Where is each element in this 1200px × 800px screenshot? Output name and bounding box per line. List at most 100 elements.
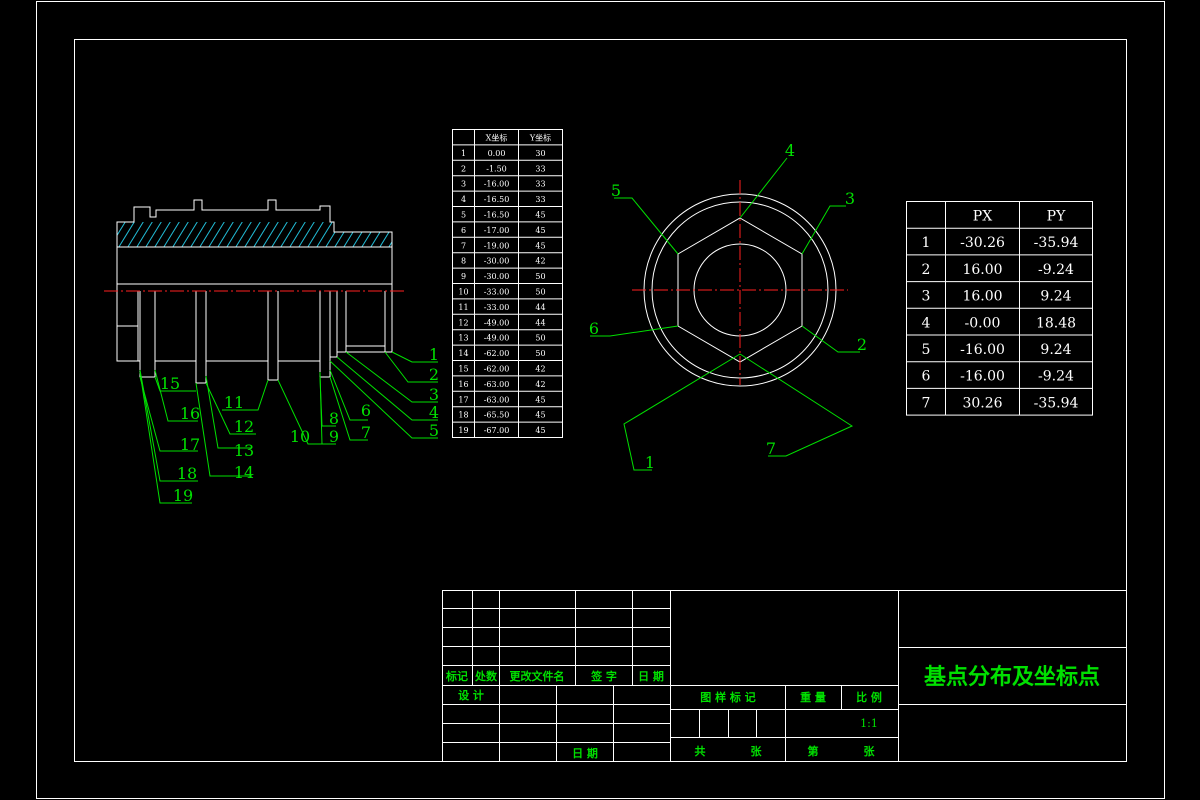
xy-row-y: 50 [535,288,545,297]
total-label: 共 [695,744,706,758]
hex-label-7: 7 [766,439,776,458]
px-row-index: 2 [922,262,931,278]
px-row-index: 5 [922,342,931,358]
xy-row-index: 12 [458,318,468,327]
px-row-index: 6 [922,369,931,385]
hex-label-5: 5 [611,181,621,200]
section-label-9: 9 [329,427,339,446]
xy-row-y: 50 [535,334,545,343]
xy-row-x: -62.00 [484,349,510,358]
part-top-profile [116,199,393,247]
date-label: 日 期 [572,746,598,760]
xy-row-x: -49.00 [484,334,510,343]
px-row-x: 16.00 [962,289,1002,305]
sheets-label-2: 张 [864,744,876,758]
header-date: 日 期 [638,669,664,683]
xy-row-x: -65.50 [484,411,510,420]
section-label-2: 2 [429,365,439,384]
xy-row-x: -63.00 [484,380,510,389]
xy-header-y: Y坐标 [529,133,551,143]
xy-row-y: 42 [535,365,545,374]
coordinate-table-pxpy: PX PY 1 -30.26 -35.94 2 16.00 -9.24 3 16.00 9.24 4 -… [906,201,1093,416]
xy-row-y: 33 [535,195,545,204]
xy-row-y: 33 [535,180,545,189]
xy-row-index: 19 [458,426,468,435]
xy-row-x: -17.00 [484,226,510,235]
xy-row-index: 13 [458,334,468,343]
section-label-18: 18 [177,464,197,483]
px-row-x: -0.00 [965,315,1001,331]
px-row-index: 1 [922,235,931,251]
hex-label-3: 3 [845,189,855,208]
px-row-x: -16.00 [960,342,1005,358]
drawing-mark-label: 图 样 标 记 [700,690,756,704]
xy-row-index: 14 [458,349,468,358]
hexagon-leaders [590,157,860,471]
section-label-1: 1 [429,345,439,364]
xy-row-index: 16 [458,380,468,389]
xy-row-x: -33.00 [484,303,510,312]
header-mark: 标记 [445,669,468,683]
px-row-x: 16.00 [962,262,1002,278]
xy-row-y: 45 [535,241,545,250]
xy-row-y: 42 [535,380,545,389]
xy-row-x: -30.00 [484,272,510,281]
section-label-4: 4 [429,403,439,422]
section-label-15: 15 [160,374,180,393]
xy-row-index: 3 [461,180,466,189]
px-row-y: -9.24 [1038,262,1074,278]
title-block: 标记 处数 更改文件名 签 字 日 期 设 计 日 期 图 样 标 记 重 量 … [442,590,1127,762]
drawing-title: 基点分布及坐标点 [924,664,1100,690]
xy-row-y: 44 [535,303,545,312]
xy-row-index: 4 [461,195,466,204]
xy-row-index: 8 [461,257,466,266]
xy-row-y: 45 [535,226,545,235]
xy-row-index: 7 [461,241,466,250]
px-row-y: 18.48 [1036,315,1076,331]
xy-row-x: -30.00 [484,257,510,266]
px-row-y: -35.94 [1034,395,1079,411]
hex-label-4: 4 [785,141,795,160]
coordinate-table-xy: X坐标 Y坐标1 0.00 302 -1.50 333 -16.00 334 -16.50 335… [452,129,563,438]
section-label-14: 14 [234,463,254,482]
hex-label-2: 2 [857,335,867,354]
px-row-x: 30.26 [962,395,1002,411]
xy-row-x: -1.50 [486,164,507,173]
px-row-index: 4 [922,315,931,331]
xy-row-x: -19.00 [484,241,510,250]
section-label-17: 17 [180,435,200,454]
xy-row-index: 17 [458,395,468,404]
xy-row-y: 45 [535,426,545,435]
xy-row-y: 45 [535,211,545,220]
xy-row-index: 9 [461,272,466,281]
scale-value: 1:1 [860,717,878,730]
xy-row-x: -67.00 [484,426,510,435]
header-count: 处数 [474,669,498,683]
xy-row-x: -62.00 [484,365,510,374]
px-row-y: -35.94 [1034,235,1079,251]
xy-row-index: 1 [461,149,466,158]
xy-row-index: 6 [461,226,466,235]
xy-row-index: 11 [458,303,468,312]
section-label-3: 3 [429,385,439,404]
xy-row-y: 33 [535,164,545,173]
xy-row-y: 45 [535,411,545,420]
xy-row-index: 18 [458,411,468,420]
xy-row-y: 45 [535,395,545,404]
hex-label-1: 1 [645,453,655,472]
px-row-index: 7 [922,395,931,411]
px-row-y: 9.24 [1040,342,1071,358]
header-sign: 签 字 [590,669,617,683]
sheets-label-1: 张 [751,744,763,758]
px-row-y: 9.24 [1040,289,1071,305]
hex-label-6: 6 [589,319,599,338]
xy-row-x: -16.00 [484,180,510,189]
sheet-no-label: 第 [808,744,819,758]
section-view [104,199,405,384]
px-row-y: -9.24 [1038,369,1074,385]
xy-row-x: -33.00 [484,288,510,297]
hexagon-view [632,180,848,387]
section-label-13: 13 [234,441,254,460]
xy-header-x: X坐标 [486,133,508,143]
weight-label: 重 量 [800,690,826,704]
